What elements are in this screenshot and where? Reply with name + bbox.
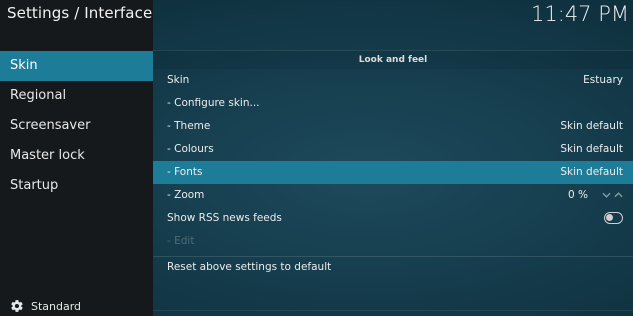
setting-value: Skin default [560,143,623,155]
setting-row-skin[interactable]: Skin Estuary [153,69,633,92]
sidebar-item-skin[interactable]: Skin [0,51,153,81]
setting-label: - Edit [167,235,195,247]
setting-value: 0 % [568,189,588,201]
sidebar-item-startup[interactable]: Startup [0,171,153,201]
sidebar: Settings / Interface Skin Regional Scree… [0,0,153,316]
setting-row-theme[interactable]: - Theme Skin default [153,115,633,138]
setting-label: - Zoom [167,189,205,201]
section-title: Look and feel [153,50,633,69]
setting-label: Skin [167,74,190,86]
reset-label: Reset above settings to default [167,261,332,273]
setting-row-configure-skin[interactable]: - Configure skin... [153,92,633,115]
bottom-strip [153,310,633,316]
settings-level-button[interactable]: Standard [10,297,81,315]
setting-row-show-rss[interactable]: Show RSS news feeds [153,207,633,230]
setting-value: Skin default [560,120,623,132]
setting-row-fonts[interactable]: - Fonts Skin default [153,161,633,184]
clock: 11:47 PM [531,2,629,26]
setting-label: - Configure skin... [167,97,260,109]
rss-toggle[interactable] [604,212,623,224]
setting-row-colours[interactable]: - Colours Skin default [153,138,633,161]
chevron-down-icon[interactable] [602,190,611,200]
setting-label: - Fonts [167,166,203,178]
settings-panel: Look and feel Skin Estuary - Configure s… [153,50,633,316]
setting-row-zoom[interactable]: - Zoom 0 % [153,184,633,207]
reset-settings-button[interactable]: Reset above settings to default [153,256,633,279]
page-title: Settings / Interface [7,4,153,22]
settings-level-label: Standard [31,299,82,313]
sidebar-item-regional[interactable]: Regional [0,81,153,111]
setting-row-edit: - Edit [153,230,633,253]
sidebar-item-master-lock[interactable]: Master lock [0,141,153,171]
chevron-up-icon[interactable] [614,190,623,200]
setting-value: Skin default [560,166,623,178]
gear-icon [11,300,23,312]
zoom-spinner[interactable] [602,190,624,200]
sidebar-item-screensaver[interactable]: Screensaver [0,111,153,141]
setting-label: Show RSS news feeds [167,212,282,224]
setting-value: Estuary [583,74,623,86]
setting-label: - Theme [167,120,211,132]
setting-label: - Colours [167,143,214,155]
